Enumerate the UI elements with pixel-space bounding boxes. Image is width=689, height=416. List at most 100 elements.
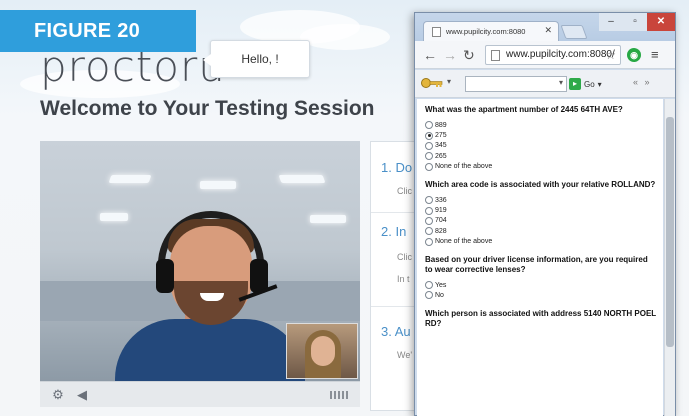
radio-button[interactable]: [425, 281, 433, 290]
answer-option[interactable]: 345: [425, 141, 657, 151]
radio-button[interactable]: [425, 152, 433, 161]
quiz-question: Which person is associated with address …: [425, 309, 657, 329]
quiz-list: What was the apartment number of 2445 64…: [425, 105, 657, 329]
step-title[interactable]: 2. In: [381, 224, 406, 239]
option-label: None of the above: [435, 163, 493, 171]
answer-option[interactable]: 265: [425, 151, 657, 161]
proctor-pip-video: [286, 323, 358, 379]
video-controls: ⚙ ◀: [40, 381, 360, 407]
question-text: Which person is associated with address …: [425, 308, 657, 328]
answer-option[interactable]: 889: [425, 120, 657, 130]
key-icon[interactable]: [421, 76, 443, 90]
scrollbar-thumb[interactable]: [666, 117, 674, 347]
headset-earcup: [156, 259, 174, 293]
scrollbar[interactable]: [664, 99, 675, 416]
quiz-question: Based on your driver license information…: [425, 255, 657, 301]
new-tab-button[interactable]: [560, 25, 588, 39]
browser-window: www.pupilcity.com:8080 ✕ – ▫ ✕ ← → ↻ www…: [414, 12, 676, 416]
page-icon: [432, 27, 441, 37]
ceiling-light: [200, 181, 236, 189]
answer-option[interactable]: 704: [425, 216, 657, 226]
radio-button[interactable]: [425, 206, 433, 215]
step-description: We': [397, 350, 413, 360]
quiz-content: What was the apartment number of 2445 64…: [417, 99, 663, 416]
radio-button[interactable]: [425, 162, 433, 171]
ceiling-light: [310, 215, 346, 223]
answer-option[interactable]: 828: [425, 226, 657, 236]
radio-button[interactable]: [425, 121, 433, 130]
maximize-button[interactable]: ▫: [623, 13, 647, 31]
speaker-icon[interactable]: ◀: [74, 387, 90, 403]
answer-option[interactable]: No: [425, 290, 657, 300]
step-description: Clic: [397, 186, 412, 196]
reload-icon[interactable]: ↻: [463, 46, 475, 64]
question-text: What was the apartment number of 2445 64…: [425, 105, 623, 114]
forward-arrow-icon[interactable]: →: [443, 46, 457, 64]
quiz-question: What was the apartment number of 2445 64…: [425, 105, 657, 172]
ceiling-light: [100, 213, 128, 221]
back-arrow-icon[interactable]: ←: [423, 46, 437, 64]
toolbar-overflow-icon[interactable]: « »: [633, 77, 652, 87]
step-description: In t: [397, 274, 410, 284]
answer-option[interactable]: None of the above: [425, 237, 657, 247]
url-text: www.pupilcity.com:8080/: [506, 49, 615, 60]
toolbar: ▾ ▾ ▸ Go ▾ « »: [415, 70, 675, 98]
close-tab-icon[interactable]: ✕: [544, 25, 552, 36]
radio-button[interactable]: [425, 291, 433, 300]
option-label: 336: [435, 196, 447, 204]
tab-title: www.pupilcity.com:8080: [446, 27, 526, 36]
navigation-bar: ← → ↻ www.pupilcity.com:8080/ ☆ ◉ ≡: [415, 41, 675, 69]
go-arrow-icon: ▸: [569, 78, 581, 90]
go-label: Go: [584, 79, 595, 89]
radio-button[interactable]: [425, 227, 433, 236]
extension-icon[interactable]: ◉: [627, 48, 641, 62]
radio-button[interactable]: [425, 196, 433, 205]
radio-button[interactable]: [425, 237, 433, 246]
step-title[interactable]: 1. Do: [381, 160, 412, 175]
option-label: 919: [435, 207, 447, 215]
answer-option[interactable]: Yes: [425, 280, 657, 290]
page-title: Welcome to Your Testing Session: [40, 97, 375, 120]
go-button[interactable]: ▸ Go ▾: [569, 75, 613, 93]
option-label: 275: [435, 132, 447, 140]
question-text: Which area code is associated with your …: [425, 179, 656, 189]
page-icon: [491, 50, 500, 61]
minimize-button[interactable]: –: [599, 13, 623, 31]
answer-option[interactable]: None of the above: [425, 162, 657, 172]
webcam-video: [40, 141, 360, 381]
pip-face: [311, 336, 335, 366]
close-window-button[interactable]: ✕: [647, 13, 675, 31]
question-text: Based on your driver license information…: [425, 254, 648, 274]
browser-tab[interactable]: www.pupilcity.com:8080 ✕: [423, 21, 559, 41]
ceiling-light: [278, 175, 326, 183]
radio-button[interactable]: [425, 216, 433, 225]
option-label: 704: [435, 217, 447, 225]
radio-button[interactable]: [425, 131, 433, 140]
proctoru-logo: proctoru: [40, 42, 226, 91]
volume-meter-icon: [330, 391, 348, 399]
ceiling-light: [108, 175, 152, 183]
option-label: 828: [435, 227, 447, 235]
step-title[interactable]: 3. Au: [381, 324, 411, 339]
address-bar[interactable]: www.pupilcity.com:8080/ ☆: [485, 45, 621, 65]
step-description: Clic: [397, 252, 412, 262]
figure-label: FIGURE 20: [0, 10, 196, 52]
answer-option[interactable]: 919: [425, 205, 657, 215]
toolbar-search-select[interactable]: ▾: [465, 76, 567, 92]
bookmark-star-icon[interactable]: ☆: [605, 48, 616, 62]
option-label: No: [435, 291, 444, 299]
settings-icon[interactable]: ⚙: [50, 387, 66, 403]
option-label: 345: [435, 142, 447, 150]
chevron-down-icon[interactable]: ▾: [447, 77, 451, 86]
menu-icon[interactable]: ≡: [651, 47, 659, 62]
option-label: 889: [435, 121, 447, 129]
answer-option[interactable]: 275: [425, 130, 657, 140]
person-shirt: [115, 319, 305, 381]
answer-option[interactable]: 336: [425, 195, 657, 205]
cloud-decoration: [300, 24, 390, 50]
quiz-question: Which area code is associated with your …: [425, 180, 657, 247]
tab-strip: www.pupilcity.com:8080 ✕ – ▫ ✕: [415, 13, 675, 41]
option-label: Yes: [435, 281, 447, 289]
radio-button[interactable]: [425, 141, 433, 150]
chevron-down-icon: ▾: [558, 78, 563, 87]
